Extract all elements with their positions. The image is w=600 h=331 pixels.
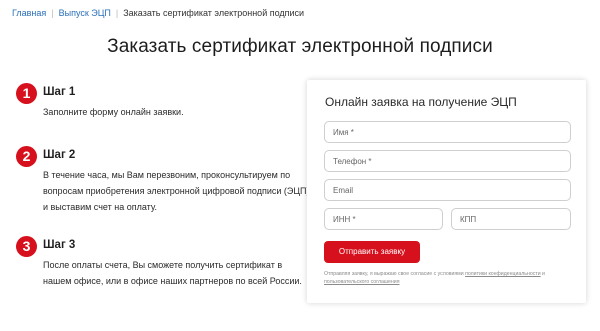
consent-prefix: Отправляя заявку, я выражаю свое согласи…: [324, 271, 466, 277]
breadcrumb-separator: |: [51, 8, 54, 18]
breadcrumb: Главная | Выпуск ЭЦП | Заказать сертифик…: [12, 8, 304, 18]
step-title: Шаг 2: [43, 149, 76, 161]
step-title: Шаг 1: [43, 86, 76, 98]
submit-button[interactable]: Отправить заявку: [324, 241, 420, 263]
consent-middle: и: [540, 271, 545, 277]
breadcrumb-link-ecp[interactable]: Выпуск ЭЦП: [59, 8, 111, 18]
step-description: Заполните форму онлайн заявки.: [43, 107, 184, 117]
user-agreement-link[interactable]: пользовательского соглашения: [324, 279, 400, 285]
breadcrumb-current: Заказать сертификат электронной подписи: [123, 8, 305, 18]
phone-input[interactable]: [324, 150, 571, 172]
step-3: 3 Шаг 3 После оплаты счета, Вы сможете п…: [16, 236, 306, 300]
step-description: После оплаты счета, Вы сможете получить …: [43, 260, 302, 286]
email-input[interactable]: [324, 179, 571, 201]
step-title: Шаг 3: [43, 239, 76, 251]
privacy-policy-link[interactable]: политики конфиденциальности: [465, 271, 541, 277]
step-number-badge: 2: [16, 146, 37, 167]
order-form: Онлайн заявка на получение ЭЦП Отправить…: [307, 80, 586, 303]
breadcrumb-link-home[interactable]: Главная: [12, 8, 46, 18]
page-title: Заказать сертификат электронной подписи: [107, 36, 493, 57]
kpp-input[interactable]: [451, 208, 571, 230]
step-2: 2 Шаг 2 В течение часа, мы Вам перезвони…: [16, 146, 310, 226]
inn-input[interactable]: [324, 208, 443, 230]
step-1: 1 Шаг 1 Заполните форму онлайн заявки.: [16, 83, 306, 133]
step-description: В течение часа, мы Вам перезвоним, проко…: [43, 170, 310, 212]
step-number-badge: 1: [16, 83, 37, 104]
name-input[interactable]: [324, 121, 571, 143]
consent-text: Отправляя заявку, я выражаю свое согласи…: [324, 270, 579, 286]
breadcrumb-separator: |: [115, 8, 119, 18]
step-number-badge: 3: [16, 236, 37, 257]
form-title: Онлайн заявка на получение ЭЦП: [325, 95, 517, 109]
